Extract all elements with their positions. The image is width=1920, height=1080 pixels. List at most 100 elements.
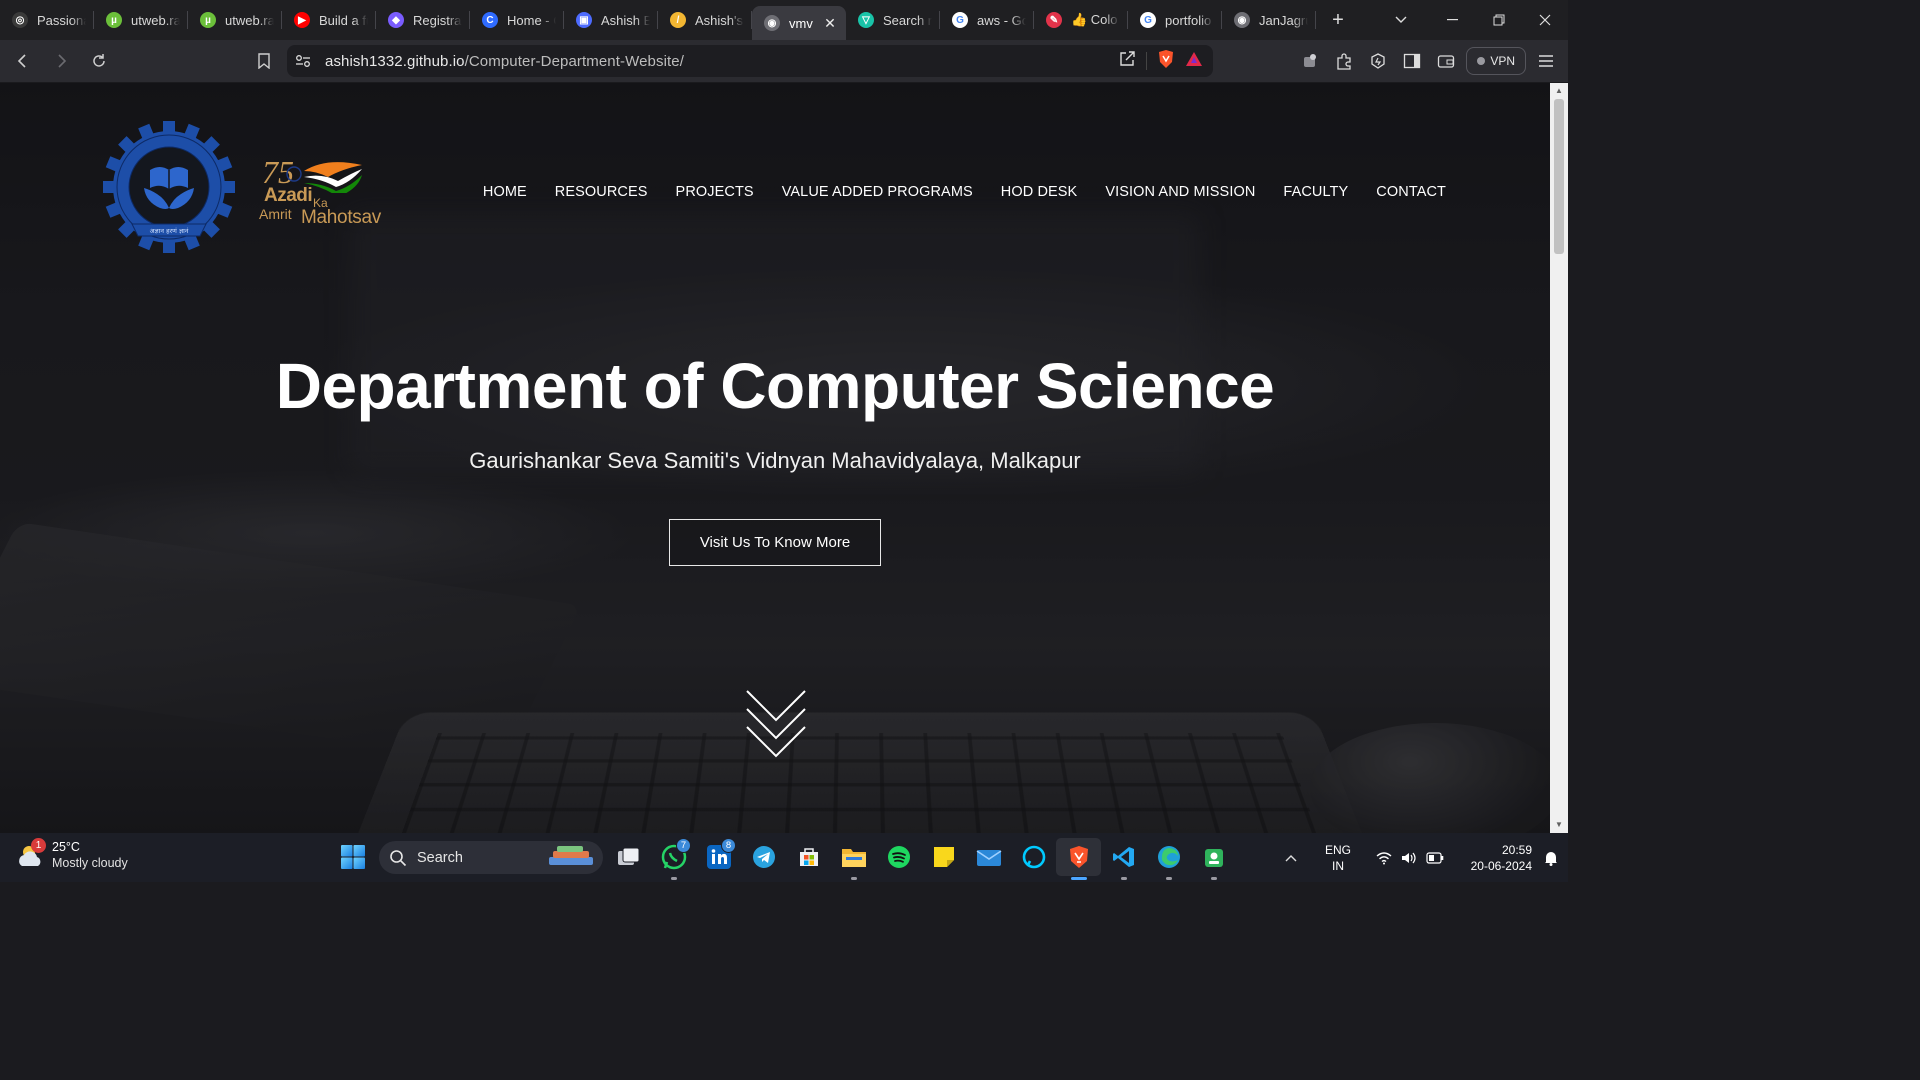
taskbar-alexa[interactable] xyxy=(1011,838,1056,876)
tab-favicon-icon: ◉ xyxy=(1234,12,1250,28)
bookmark-icon[interactable] xyxy=(250,44,278,78)
browser-tab[interactable]: ◎ Passiona xyxy=(0,0,94,40)
running-indicator xyxy=(1070,877,1087,880)
share-icon[interactable] xyxy=(1118,50,1136,73)
url-text[interactable]: ashish1332.github.io/Computer-Department… xyxy=(325,53,684,70)
tab-favicon-icon: ▣ xyxy=(576,12,592,28)
clock-date: 20-06-2024 xyxy=(1470,858,1532,873)
browser-tab[interactable]: µ utweb.ra xyxy=(94,0,188,40)
taskbar-search-label: Search xyxy=(417,849,463,866)
taskbar-sticky-notes[interactable] xyxy=(921,838,966,876)
restore-button[interactable] xyxy=(1476,0,1522,40)
brave-shields-icon[interactable] xyxy=(1157,49,1175,74)
vpn-label: VPN xyxy=(1490,54,1515,68)
taskbar-brave[interactable] xyxy=(1056,838,1101,880)
reload-button[interactable] xyxy=(82,44,116,78)
sidebar-toggle-icon[interactable] xyxy=(1398,47,1426,75)
address-bar[interactable]: ashish1332.github.io/Computer-Department… xyxy=(287,45,1213,77)
close-tab-icon[interactable]: ✕ xyxy=(822,15,838,32)
taskbar-whatsapp[interactable]: 7 xyxy=(651,838,696,880)
browser-tab[interactable]: ◉ vmv ✕ xyxy=(752,6,846,40)
tab-favicon-icon: ▽ xyxy=(858,12,874,28)
notification-bell-icon[interactable] xyxy=(1534,850,1568,866)
menu-icon[interactable] xyxy=(1532,47,1560,75)
taskbar-telegram[interactable] xyxy=(741,838,786,876)
whatsapp-badge: 7 xyxy=(676,838,691,853)
tab-favicon-icon: µ xyxy=(106,12,122,28)
nav-resources[interactable]: RESOURCES xyxy=(555,184,648,200)
browser-tab[interactable]: ◆ Registrat xyxy=(376,0,470,40)
scroll-down-arrow-icon[interactable]: ▼ xyxy=(1550,818,1568,832)
weather-temperature: 25°C xyxy=(52,840,80,854)
nav-value-added-programs[interactable]: VALUE ADDED PROGRAMS xyxy=(782,184,973,200)
azadi-ka-amrit-mahotsav-logo[interactable]: 75 Azadi Ka Amrit Mahotsav xyxy=(258,153,390,231)
taskbar-apps: 7 8 xyxy=(606,838,1236,880)
vpn-button[interactable]: VPN xyxy=(1466,47,1526,75)
weather-widget[interactable]: 1 25°C Mostly cloudy xyxy=(16,838,128,871)
scrollbar-thumb[interactable] xyxy=(1554,99,1564,254)
tab-label: JanJagru xyxy=(1259,12,1308,28)
extensions-icon[interactable] xyxy=(1330,47,1358,75)
nav-faculty[interactable]: FACULTY xyxy=(1283,184,1348,200)
browser-tab[interactable]: ◉ JanJagru xyxy=(1222,0,1316,40)
nav-projects[interactable]: PROJECTS xyxy=(676,184,754,200)
start-button[interactable] xyxy=(338,842,368,872)
battery-icon xyxy=(1426,851,1444,864)
task-view-button[interactable] xyxy=(606,838,651,876)
scroll-down-chevron-icon[interactable] xyxy=(745,689,807,759)
browser-tab[interactable]: ▶ Build a fu xyxy=(282,0,376,40)
clock[interactable]: 20:59 20-06-2024 xyxy=(1462,842,1532,874)
taskbar-edge[interactable] xyxy=(1146,838,1191,880)
browser-tab[interactable]: ▽ Search n xyxy=(846,0,940,40)
taskbar-spotify[interactable] xyxy=(876,838,921,876)
taskbar-android-app[interactable] xyxy=(1191,838,1236,880)
taskbar-microsoft-store[interactable] xyxy=(786,838,831,876)
taskbar-mail[interactable] xyxy=(966,838,1011,876)
leo-ai-icon[interactable] xyxy=(1364,47,1392,75)
browser-tab[interactable]: Gaws - Go xyxy=(940,0,1034,40)
browser-tab[interactable]: µ utweb.ra xyxy=(188,0,282,40)
minimize-button[interactable] xyxy=(1430,0,1476,40)
page-scrollbar[interactable]: ▲ ▼ xyxy=(1550,83,1568,833)
brave-rewards-icon[interactable] xyxy=(1185,51,1203,72)
vpn-status-dot xyxy=(1477,57,1486,65)
cloudy-weather-icon: 1 xyxy=(16,838,46,870)
telegram-icon xyxy=(752,846,775,868)
extension-puzzle-colored-icon[interactable] xyxy=(1296,47,1324,75)
nav-hod-desk[interactable]: HOD DESK xyxy=(1001,184,1078,200)
nav-home[interactable]: HOME xyxy=(483,184,527,200)
android-app-icon xyxy=(1204,849,1223,867)
quick-settings[interactable] xyxy=(1376,851,1444,865)
taskbar-search-box[interactable]: Search xyxy=(379,841,603,874)
browser-tab[interactable]: C Home - C xyxy=(470,0,564,40)
department-logo[interactable]: अज्ञान हरणं ज्ञानं xyxy=(100,120,238,256)
nav-vision-and-mission[interactable]: VISION AND MISSION xyxy=(1105,184,1255,200)
nav-contact[interactable]: CONTACT xyxy=(1376,184,1446,200)
language-indicator[interactable]: ENG IN xyxy=(1316,842,1360,874)
url-path: /Computer-Department-Website/ xyxy=(464,52,684,70)
visit-us-button[interactable]: Visit Us To Know More xyxy=(669,519,881,566)
scroll-up-arrow-icon[interactable]: ▲ xyxy=(1550,84,1568,98)
site-settings-icon[interactable] xyxy=(287,54,319,68)
browser-tab[interactable]: Gportfolio xyxy=(1128,0,1222,40)
forward-button[interactable] xyxy=(44,44,78,78)
tab-label: utweb.ra xyxy=(225,12,274,28)
tab-search-chevron-icon[interactable] xyxy=(1378,0,1424,40)
tab-label: 👍 Colo xyxy=(1071,12,1118,27)
new-tab-button[interactable]: + xyxy=(1320,0,1356,40)
browser-tab[interactable]: ✎ 👍 Colo xyxy=(1034,0,1128,40)
taskbar-linkedin[interactable]: 8 xyxy=(696,838,741,876)
browser-tab-bar: ◎ Passiona µ utweb.ra µ utweb.ra ▶ Build a fu ◆ R… xyxy=(0,0,1568,40)
hero-subtitle: Gaurishankar Seva Samiti's Vidnyan Mahav… xyxy=(469,448,1081,473)
browser-tab[interactable]: ▣ Ashish B xyxy=(564,0,658,40)
taskbar-vscode[interactable] xyxy=(1101,838,1146,880)
wallet-icon[interactable] xyxy=(1432,47,1460,75)
browser-tab[interactable]: / Ashish's xyxy=(658,0,752,40)
show-hidden-icons-chevron-icon[interactable] xyxy=(1276,851,1306,865)
back-button[interactable] xyxy=(6,44,40,78)
close-window-button[interactable] xyxy=(1522,0,1568,40)
folder-icon xyxy=(841,849,866,867)
running-indicator xyxy=(1120,877,1127,880)
tab-favicon-icon: ✎ xyxy=(1046,12,1062,28)
taskbar-file-explorer[interactable] xyxy=(831,838,876,880)
